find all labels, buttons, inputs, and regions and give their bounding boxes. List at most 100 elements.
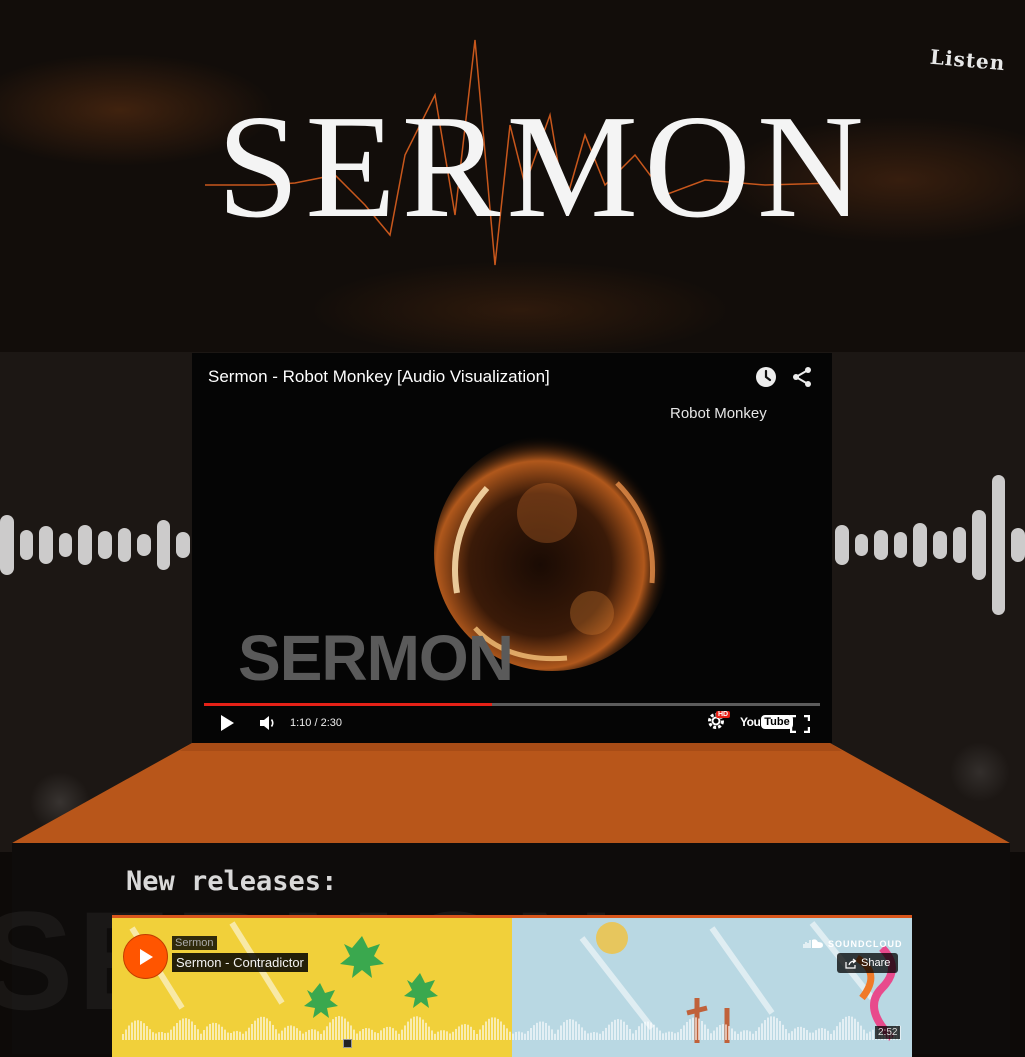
play-icon[interactable]: [218, 714, 236, 732]
waveform-bar: [263, 1016, 265, 1040]
clock-icon[interactable]: [754, 365, 778, 389]
left-wave-decoration: [0, 470, 190, 620]
waveform-bar: [806, 1029, 808, 1040]
waveform-bar: [233, 1031, 235, 1040]
waveform-bar: [257, 1018, 259, 1040]
waveform-bar: [542, 1021, 544, 1040]
waveform-bar: [776, 1018, 778, 1040]
waveform-bar: [680, 1028, 682, 1040]
waveform-bar: [335, 1016, 337, 1040]
stage-floor: [12, 743, 1010, 843]
waveform-bar: [596, 1032, 598, 1040]
waveform-bar: [770, 1016, 772, 1040]
fullscreen-icon[interactable]: [790, 715, 810, 733]
waveform-bar: [518, 1031, 520, 1040]
waveform-bar: [659, 1030, 661, 1040]
waveform-bar: [374, 1032, 376, 1040]
waveform-bar: [437, 1031, 439, 1040]
waveform-bar: [803, 1027, 805, 1040]
soundcloud-share-label: Share: [861, 957, 891, 969]
waveform-bar: [833, 1030, 835, 1040]
waveform-bar: [788, 1033, 790, 1040]
waveform-bar: [548, 1025, 550, 1040]
waveform-bar: [668, 1031, 670, 1040]
waveform-bar: [410, 1018, 412, 1040]
waveform-bar: [140, 1021, 142, 1040]
waveform-bar: [269, 1021, 271, 1040]
soundcloud-logo[interactable]: SOUNDCLOUD: [802, 938, 903, 949]
waveform-bar: [611, 1021, 613, 1040]
waveform-bar: [866, 1033, 868, 1040]
waveform-bar: [224, 1029, 226, 1040]
waveform-bar: [266, 1018, 268, 1040]
waveform-bar: [635, 1030, 637, 1040]
waveform-bar: [362, 1028, 364, 1040]
video-time: 1:10 / 2:30: [290, 717, 342, 729]
video-player[interactable]: Sermon - Robot Monkey [Audio Visualizati…: [192, 353, 832, 743]
waveform-bar: [182, 1018, 184, 1040]
waveform-bar: [131, 1022, 133, 1040]
video-progress-bar[interactable]: [204, 703, 820, 706]
waveform-bar: [353, 1029, 355, 1040]
soundcloud-artist[interactable]: Sermon: [172, 936, 217, 950]
waveform-bar: [371, 1029, 373, 1040]
waveform-bar: [491, 1017, 493, 1040]
waveform-bar: [212, 1022, 214, 1040]
waveform-bar: [413, 1016, 415, 1040]
soundcloud-play-button[interactable]: [123, 934, 168, 979]
waveform-bar: [242, 1033, 244, 1040]
waveform-bar: [479, 1029, 481, 1040]
new-releases-heading: New releases:: [126, 866, 338, 897]
waveform-bar: [662, 1033, 664, 1040]
waveform-cursor-icon: [343, 1039, 352, 1048]
soundcloud-track-title[interactable]: Sermon - Contradictor: [172, 953, 308, 972]
waveform-bar: [137, 1020, 139, 1040]
soundcloud-share-button[interactable]: Share: [837, 953, 899, 973]
waveform-bar: [758, 1027, 760, 1040]
share-icon[interactable]: [790, 365, 814, 389]
site-logo[interactable]: SERMON: [205, 35, 864, 275]
waveform-bar: [164, 1033, 166, 1040]
waveform-bar: [236, 1030, 238, 1040]
waveform-bar: [278, 1033, 280, 1040]
waveform-bar: [122, 1034, 124, 1040]
waveform-bar: [605, 1027, 607, 1040]
volume-icon[interactable]: [258, 714, 278, 732]
waveform-bar: [521, 1032, 523, 1040]
waveform-bar: [527, 1031, 529, 1040]
waveform-bar: [128, 1025, 130, 1040]
play-icon: [139, 948, 153, 965]
waveform-bar: [392, 1028, 394, 1040]
waveform-bar: [689, 1019, 691, 1040]
waveform-bar: [578, 1024, 580, 1040]
waveform-bar: [227, 1032, 229, 1040]
waveform-bar: [332, 1019, 334, 1040]
waveform-bar: [485, 1021, 487, 1040]
waveform-bar: [812, 1032, 814, 1040]
waveform-bar: [566, 1019, 568, 1040]
waveform-bar: [275, 1029, 277, 1040]
waveform-bar: [839, 1022, 841, 1040]
hd-badge: HD: [716, 711, 731, 718]
waveform-bar: [500, 1021, 502, 1040]
waveform-bar: [695, 1017, 697, 1040]
waveform-bar: [470, 1026, 472, 1040]
waveform-bar: [755, 1031, 757, 1040]
waveform-bar: [320, 1033, 322, 1040]
waveform-bar: [158, 1032, 160, 1040]
soundcloud-player[interactable]: Sermon Sermon - Contradictor SOUNDCLOUD …: [112, 915, 912, 1057]
waveform-bar: [452, 1031, 454, 1040]
soundcloud-waveform[interactable]: [122, 1010, 902, 1040]
waveform-bar: [791, 1031, 793, 1040]
waveform-bar: [563, 1022, 565, 1040]
waveform-bar: [377, 1033, 379, 1040]
waveform-bar: [419, 1017, 421, 1040]
waveform-bar: [836, 1026, 838, 1040]
waveform-bar: [752, 1033, 754, 1040]
waveform-bar: [179, 1020, 181, 1040]
waveform-bar: [647, 1021, 649, 1040]
youtube-logo[interactable]: You Tube: [740, 715, 793, 729]
video-title[interactable]: Sermon - Robot Monkey [Audio Visualizati…: [208, 367, 550, 387]
waveform-bar: [215, 1022, 217, 1040]
waveform-bar: [254, 1020, 256, 1040]
